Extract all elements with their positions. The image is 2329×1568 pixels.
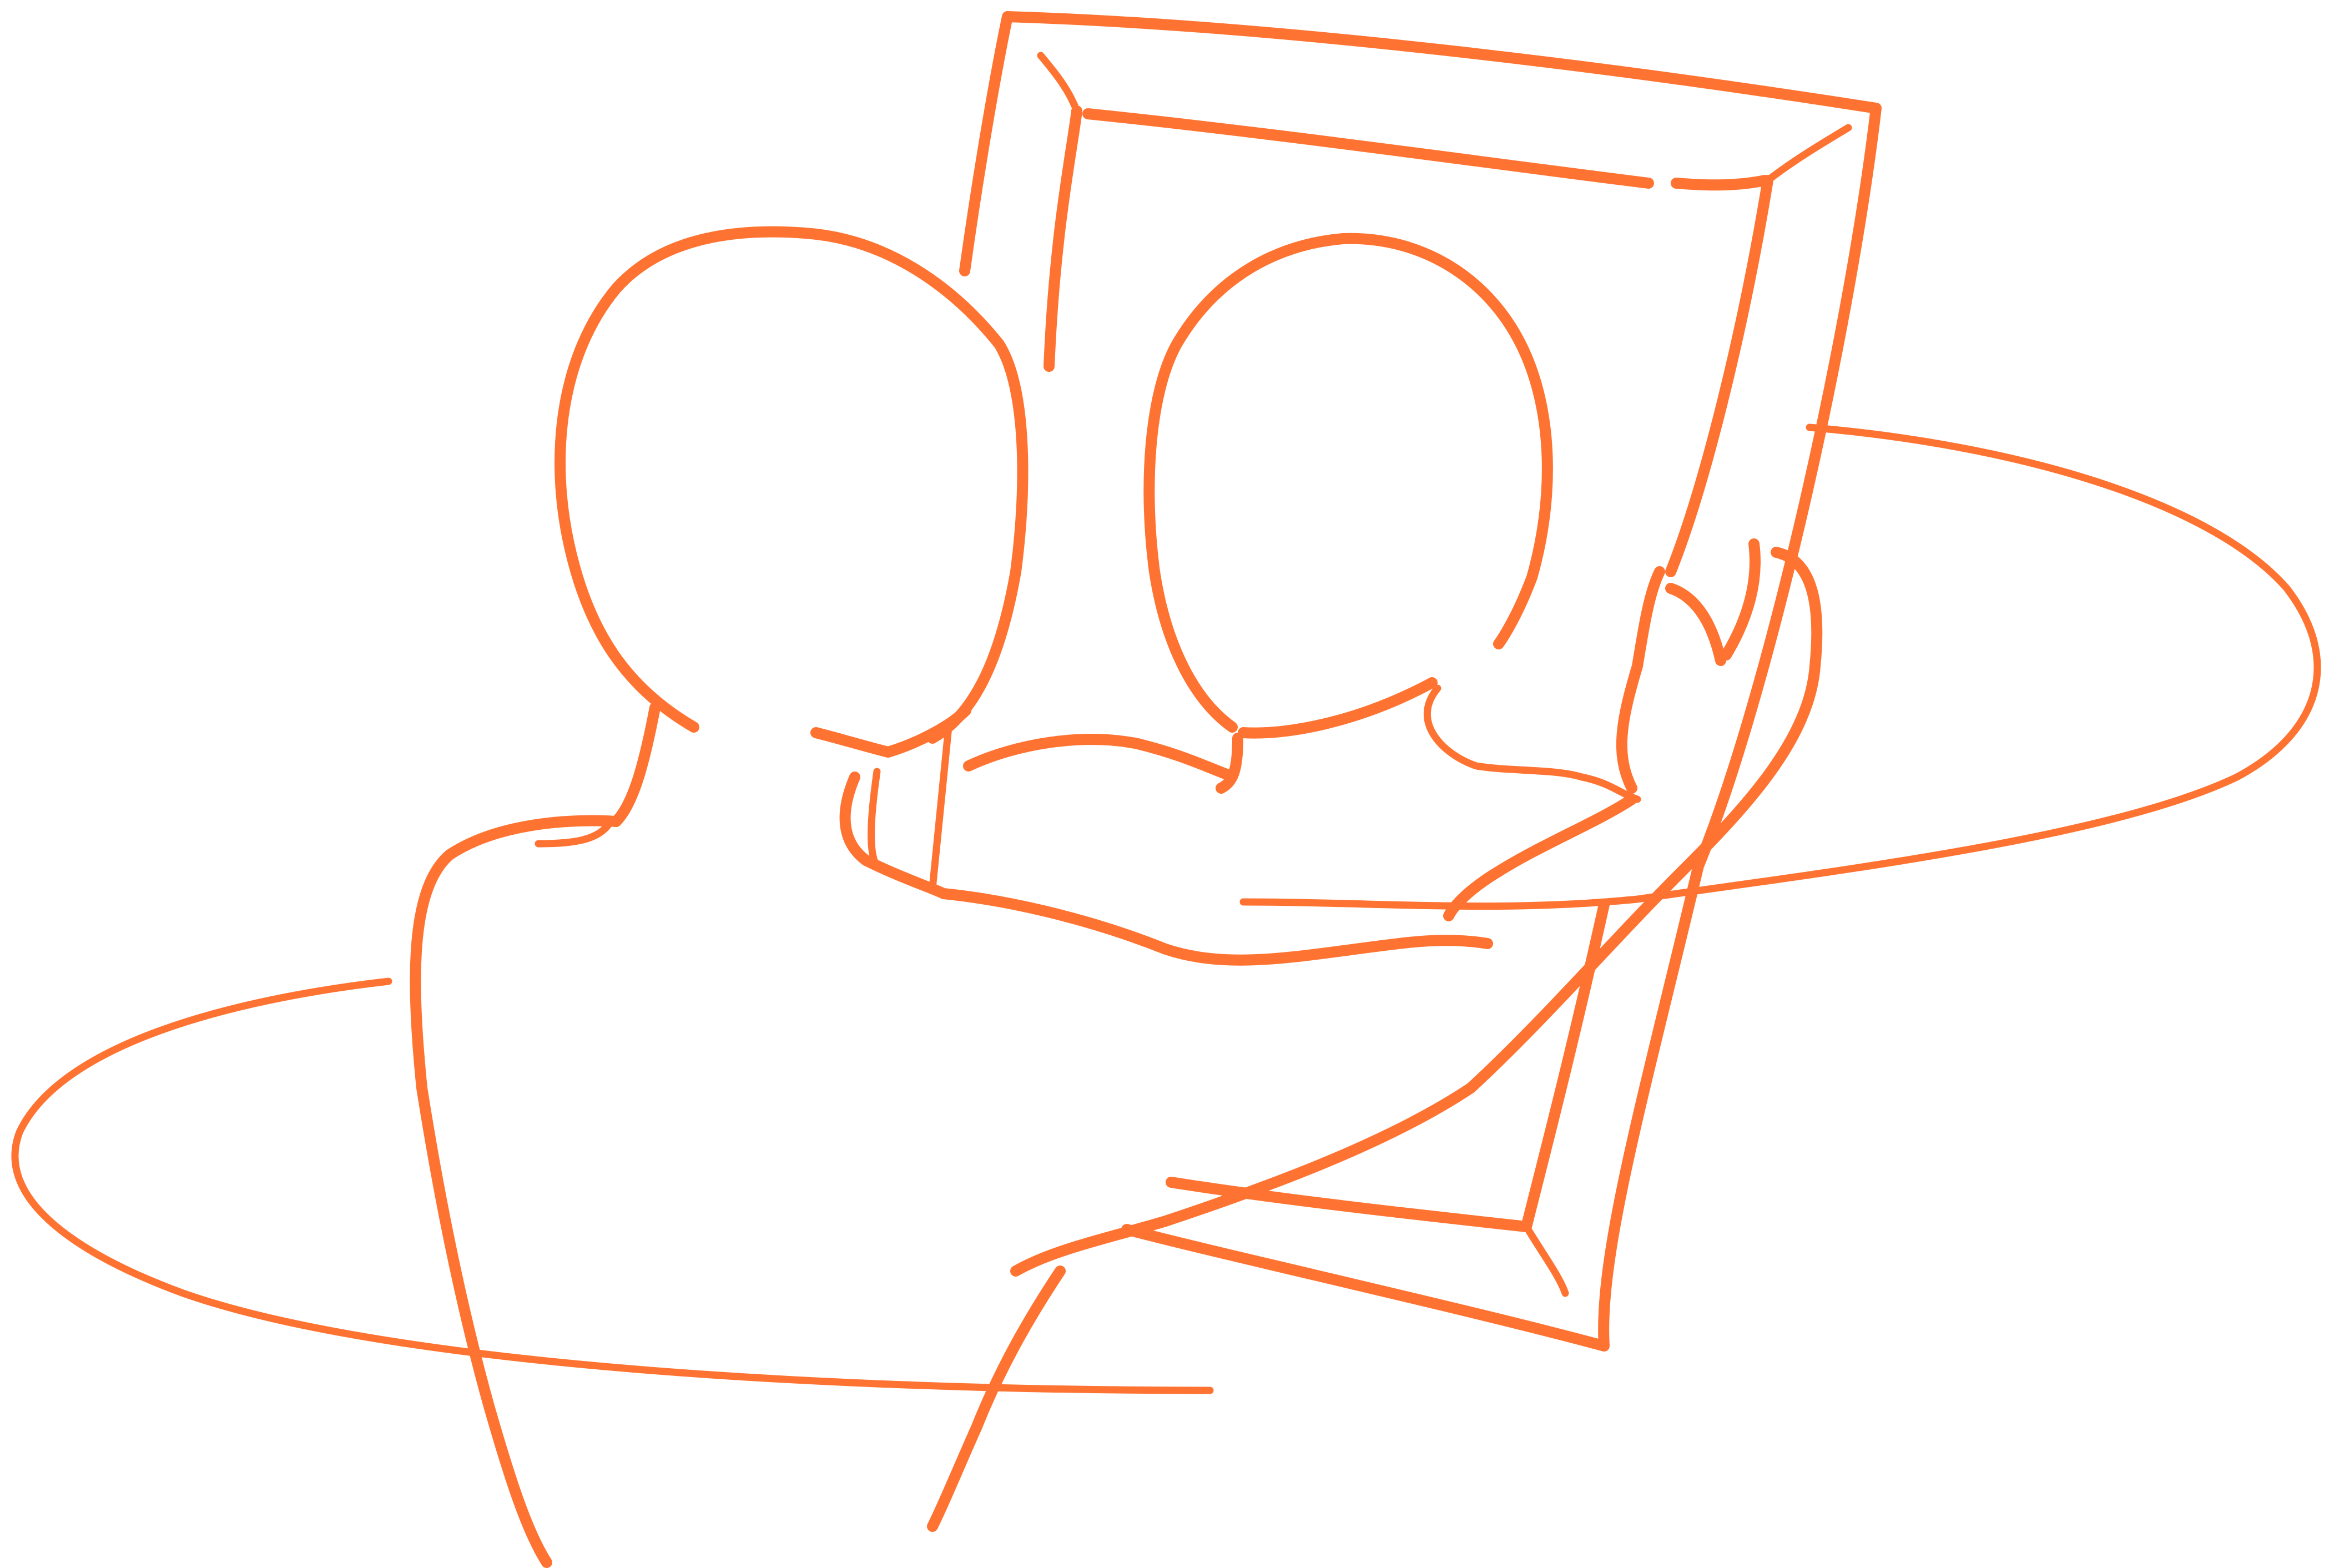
right-arm [1010,547,1823,1277]
right-hand-grip [1423,684,1641,803]
portrait-head [1143,233,1553,733]
person-head [554,226,1029,744]
person-back [410,702,661,1568]
right-hand [1443,538,1761,921]
orbit-ring-right [1239,423,2321,910]
portrait-shoulders [963,734,1232,780]
lower-arm [927,1266,1066,1532]
orbit-ring-left [11,977,1214,1394]
frame-corner-top-right [1764,124,1852,184]
portrait-neck [1216,677,1438,794]
frame-corner-bottom-right [1523,1223,1569,1297]
frame-inner [1043,105,1773,1232]
frame-outer [959,11,1882,1352]
person-holding-portrait-illustration [11,11,2321,1568]
frame-corner-top-left [1037,52,1081,115]
